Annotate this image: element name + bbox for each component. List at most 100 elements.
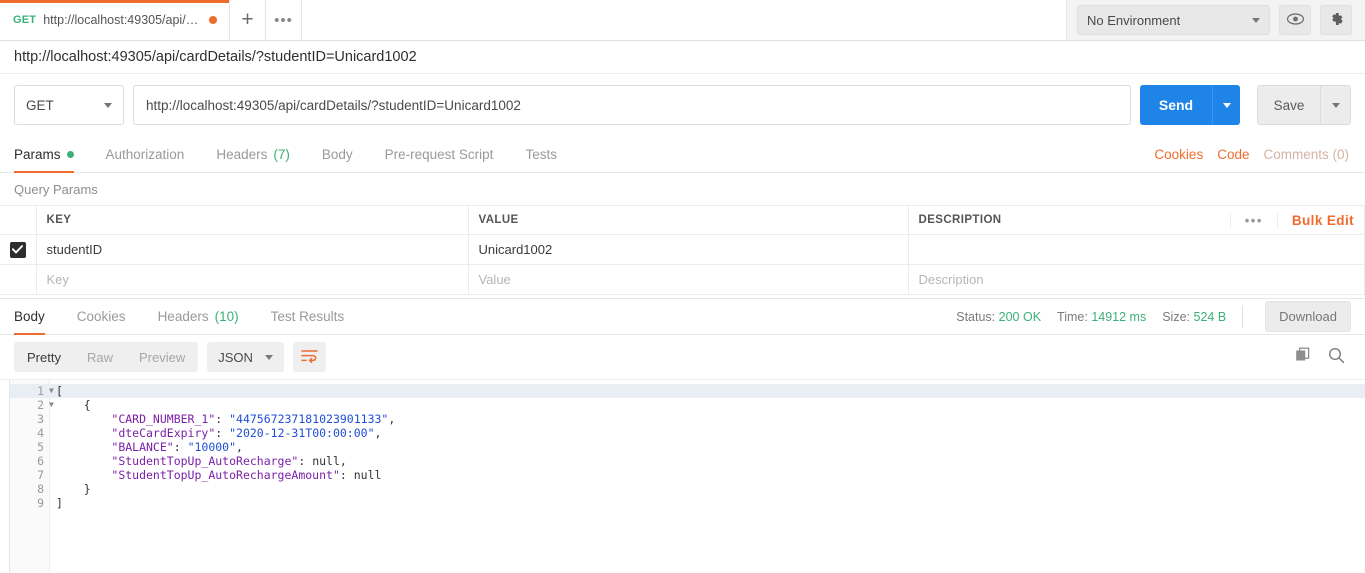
http-method-value: GET [26,97,54,113]
meta-divider [1242,305,1244,328]
code-line: ] [56,496,63,510]
request-title-bar: http://localhost:49305/api/cardDetails/?… [0,41,1365,74]
unsaved-changes-dot [209,16,217,24]
word-wrap-button[interactable] [292,342,326,372]
tab-params[interactable]: Params [14,136,90,173]
header-checkbox-cell [0,205,37,235]
tab-tests[interactable]: Tests [509,136,573,172]
tab-overflow-button[interactable]: ••• [266,0,302,40]
tab-headers-count: (7) [273,146,290,162]
query-params-label: Query Params [0,173,1365,205]
send-button[interactable]: Send [1140,85,1212,125]
search-button[interactable] [1328,347,1345,367]
download-button[interactable]: Download [1265,301,1351,332]
line-number: 8 [37,482,44,496]
tab-url-label: http://localhost:49305/api/card... [43,13,202,27]
environment-label: No Environment [1087,12,1181,28]
response-tab-headers[interactable]: Headers (10) [142,299,255,334]
table-row: Key Value Description [0,264,1365,295]
response-tab-cookies-label: Cookies [76,309,126,324]
settings-button[interactable] [1320,5,1352,35]
environment-quick-look-button[interactable] [1279,5,1311,35]
size-value: 524 B [1193,309,1227,324]
response-json-code[interactable]: [ { "CARD_NUMBER_1": "447567237181023901… [50,380,1365,573]
response-tab-body[interactable]: Body [14,299,61,335]
line-number: 5 [37,440,44,454]
line-number: 1 ▼ [10,384,54,398]
response-format-value: JSON [218,349,253,365]
params-options-icon[interactable]: ••• [1229,212,1277,228]
environment-selector[interactable]: No Environment [1077,5,1270,35]
url-bar: GET http://localhost:49305/api/cardDetai… [0,74,1365,136]
tab-body[interactable]: Body [306,136,369,172]
comments-link[interactable]: Comments (0) [1263,147,1349,162]
response-view-mode-group: Pretty Raw Preview [14,342,199,372]
status-group: Status: 200 OK [956,310,1041,324]
row-checkbox-cell [0,234,37,265]
param-value-input[interactable]: Value [468,264,909,295]
param-key-cell[interactable]: studentID [36,234,469,265]
response-tabs: Body Cookies Headers (10) Test Results S… [0,298,1365,335]
code-line: { [83,398,91,412]
copy-button[interactable] [1295,347,1312,367]
http-method-dropdown[interactable]: GET [14,85,124,125]
view-mode-raw[interactable]: Raw [74,342,126,372]
request-tab[interactable]: GET http://localhost:49305/api/card... [0,0,230,40]
chevron-down-icon [104,102,112,108]
send-options-button[interactable] [1212,85,1240,125]
request-links: Cookies Code Comments (0) [1154,136,1351,172]
code-link[interactable]: Code [1217,147,1249,162]
time-label: Time: [1057,309,1088,324]
response-tab-test-results-label: Test Results [270,309,345,324]
view-mode-pretty[interactable]: Pretty [14,342,74,372]
url-input[interactable]: http://localhost:49305/api/cardDetails/?… [133,85,1131,125]
response-body-viewer: 1 ▼ 2 ▼ 3 4 5 6 7 8 9 [ { "CARD_NUMBER_1": "447567… [0,379,1365,573]
fold-toggle-icon[interactable]: ▼ [49,384,58,398]
param-description-cell[interactable] [908,234,1365,265]
tab-authorization[interactable]: Authorization [90,136,201,172]
tab-bar-filler [302,0,1066,40]
response-tab-headers-label: Headers [157,309,209,324]
bulk-edit-link[interactable]: Bulk Edit [1276,212,1354,228]
save-button[interactable]: Save [1258,86,1320,124]
chevron-down-icon [264,354,273,360]
tab-bar: GET http://localhost:49305/api/card... +… [0,0,1365,41]
cookies-link[interactable]: Cookies [1154,147,1203,162]
code-line: } [83,482,91,496]
code-line: [ [50,384,1365,398]
time-value: 14912 ms [1091,309,1147,324]
chevron-down-icon [1252,17,1260,23]
param-key-input[interactable]: Key [36,264,469,295]
size-group: Size: 524 B [1162,310,1226,324]
chevron-down-icon [1331,102,1340,108]
line-number: 7 [37,468,44,482]
word-wrap-icon [301,349,318,366]
response-toolbar: Pretty Raw Preview JSON [0,335,1365,379]
param-description-input[interactable]: Description [908,264,1365,295]
new-tab-button[interactable]: + [230,0,266,40]
response-tab-test-results[interactable]: Test Results [255,299,361,334]
save-options-button[interactable] [1320,86,1350,124]
tab-strip: GET http://localhost:49305/api/card... +… [0,0,1066,40]
fold-toggle-icon[interactable]: ▼ [49,398,58,412]
tab-headers[interactable]: Headers (7) [200,136,306,172]
tab-pre-request-script[interactable]: Pre-request Script [369,136,510,172]
postman-window: GET http://localhost:49305/api/card... +… [0,0,1365,573]
environment-controls: No Environment [1066,0,1365,40]
code-line: "StudentTopUp_AutoRecharge": null, [111,454,347,468]
query-params-body: studentID Unicard1002 Key Value Descript… [0,234,1365,295]
request-tabs: Params Authorization Headers (7) Body Pr… [0,136,1365,173]
code-line: "CARD_NUMBER_1": "447567237181023901133"… [111,412,396,426]
line-number-gutter: 1 ▼ 2 ▼ 3 4 5 6 7 8 9 [10,380,54,573]
view-mode-preview[interactable]: Preview [126,342,198,372]
param-value-cell[interactable]: Unicard1002 [468,234,909,265]
response-toolbar-actions [1295,347,1351,367]
header-value: VALUE [468,205,909,235]
tab-body-label: Body [321,146,353,162]
params-active-dot [66,150,74,158]
tab-headers-label: Headers [216,146,268,162]
param-enabled-checkbox[interactable] [9,241,26,258]
response-format-dropdown[interactable]: JSON [207,342,284,372]
response-tab-cookies[interactable]: Cookies [61,299,142,334]
tab-tests-label: Tests [525,146,557,162]
